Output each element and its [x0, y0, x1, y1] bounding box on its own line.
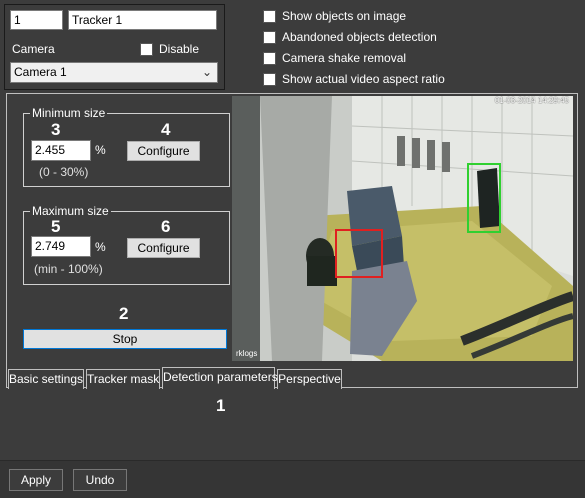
- tracker-name-field[interactable]: Tracker 1: [68, 10, 217, 30]
- video-preview[interactable]: 01-03-2014 14:29:45 rklogs: [232, 96, 573, 361]
- apply-button[interactable]: Apply: [9, 469, 63, 491]
- camera-shake-label: Camera shake removal: [282, 51, 407, 65]
- camera-label: Camera: [12, 42, 55, 56]
- undo-button[interactable]: Undo: [73, 469, 127, 491]
- callout-5: 5: [51, 217, 61, 236]
- minimum-size-configure-button[interactable]: Configure: [127, 141, 200, 161]
- callout-6: 6: [161, 217, 171, 236]
- tab-basic-settings[interactable]: Basic settings: [8, 369, 84, 389]
- abandoned-objects-label: Abandoned objects detection: [282, 30, 437, 44]
- minimum-size-legend: Minimum size: [30, 106, 108, 120]
- callout-2: 2: [119, 304, 129, 323]
- tracker-id-field[interactable]: 1: [10, 10, 63, 30]
- video-watermark: rklogs: [236, 349, 258, 358]
- camera-shake-checkbox[interactable]: [263, 51, 276, 65]
- disable-checkbox[interactable]: [140, 42, 153, 56]
- option-camera-shake[interactable]: Camera shake removal: [263, 50, 445, 66]
- chevron-down-icon: ⌄: [201, 65, 212, 79]
- callout-1: 1: [216, 396, 226, 415]
- tab-tracker-mask[interactable]: Tracker mask: [86, 369, 160, 389]
- tab-perspective[interactable]: Perspective: [277, 369, 342, 389]
- minimum-size-range: (0 - 30%): [39, 165, 89, 179]
- abandoned-objects-checkbox[interactable]: [263, 30, 276, 44]
- camera-select-value: Camera 1: [14, 65, 67, 79]
- aspect-ratio-checkbox[interactable]: [263, 72, 276, 86]
- options-list: Show objects on image Abandoned objects …: [263, 8, 445, 87]
- stop-button[interactable]: Stop: [23, 329, 227, 349]
- camera-select[interactable]: Camera 1 ⌄: [10, 62, 218, 83]
- callout-3: 3: [51, 120, 61, 139]
- minimum-size-unit: %: [95, 143, 106, 157]
- show-objects-label: Show objects on image: [282, 9, 407, 23]
- option-aspect-ratio[interactable]: Show actual video aspect ratio: [263, 71, 445, 87]
- callout-4: 4: [161, 120, 171, 139]
- option-abandoned-objects[interactable]: Abandoned objects detection: [263, 29, 445, 45]
- option-show-objects[interactable]: Show objects on image: [263, 8, 445, 24]
- aspect-ratio-label: Show actual video aspect ratio: [282, 72, 445, 86]
- video-timestamp: 01-03-2014 14:29:45: [494, 96, 569, 105]
- disable-label: Disable: [159, 42, 200, 56]
- show-objects-checkbox[interactable]: [263, 9, 276, 23]
- maximum-size-input[interactable]: 2.749: [31, 236, 91, 257]
- maximum-size-unit: %: [95, 240, 106, 254]
- maximum-size-legend: Maximum size: [30, 204, 111, 218]
- maximum-size-configure-button[interactable]: Configure: [127, 238, 200, 258]
- maximum-size-range: (min - 100%): [34, 262, 103, 276]
- disable-checkbox-row[interactable]: Disable: [140, 41, 199, 57]
- minimum-size-input[interactable]: 2.455: [31, 140, 91, 161]
- camera-frame-image: [232, 96, 573, 361]
- tab-detection-parameters[interactable]: Detection parameters: [162, 367, 278, 389]
